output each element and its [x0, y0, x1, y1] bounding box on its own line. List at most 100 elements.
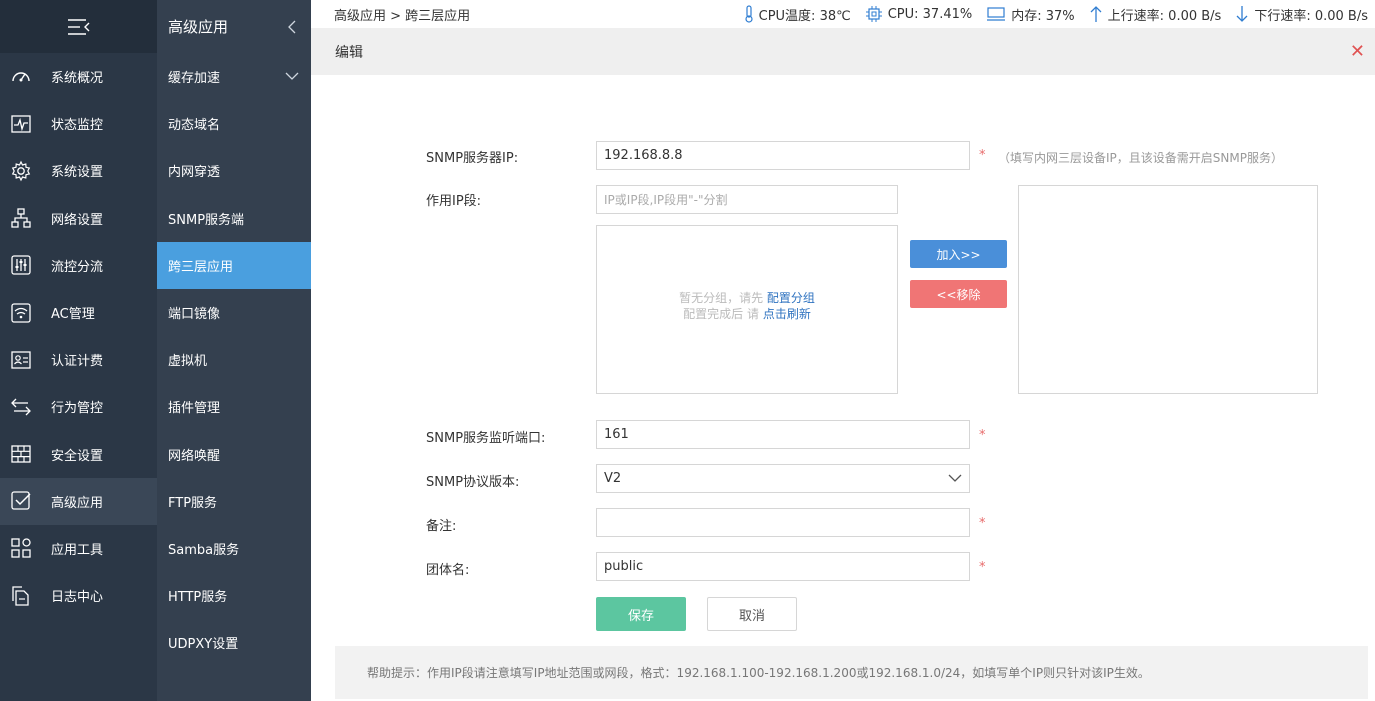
checkbox-icon	[9, 489, 33, 513]
sidebar-item-logs[interactable]: 日志中心	[0, 572, 157, 619]
memory-text: 内存: 37%	[1011, 8, 1075, 24]
subnav-item-ddns[interactable]: 动态域名	[157, 100, 311, 147]
subnav-item-snmp-server[interactable]: SNMP服务端	[157, 195, 311, 242]
network-icon	[9, 206, 33, 230]
menu-collapse-toggle[interactable]	[0, 0, 157, 53]
close-icon[interactable]: ✕	[1350, 42, 1365, 61]
download-stat: 下行速率: 0.00 B/s	[1235, 5, 1368, 24]
snmp-ip-input[interactable]: 192.168.8.8	[596, 141, 970, 170]
upload-stat: 上行速率: 0.00 B/s	[1089, 5, 1221, 24]
monitor-icon	[9, 112, 33, 136]
sidebar-item-label: AC管理	[51, 307, 95, 323]
cpu-stat: CPU: 37.41%	[865, 5, 972, 23]
add-button[interactable]: 加入>>	[910, 240, 1007, 268]
subnav-item-samba[interactable]: Samba服务	[157, 525, 311, 572]
cpu-temp-text: CPU温度: 38℃	[758, 8, 851, 24]
sidebar-item-advanced[interactable]: 高级应用	[0, 477, 157, 525]
help-text: 帮助提示：作用IP段请注意填写IP地址范围或网段，格式：192.168.1.10…	[367, 666, 1150, 680]
cpu-temp-stat: CPU温度: 38℃	[744, 5, 851, 24]
sidebar-item-ac[interactable]: AC管理	[0, 289, 157, 336]
port-label: SNMP服务监听端口:	[426, 431, 546, 446]
ip-range-input[interactable]: IP或IP段,IP段用"-"分割	[596, 185, 898, 214]
subnav-item-label: 内网穿透	[168, 165, 221, 181]
sliders-icon	[9, 253, 33, 277]
help-tip: 帮助提示：作用IP段请注意填写IP地址范围或网段，格式：192.168.1.10…	[335, 646, 1368, 699]
sidebar-item-behavior[interactable]: 行为管控	[0, 383, 157, 430]
subnav-header[interactable]: 高级应用	[157, 0, 311, 53]
snmp-ip-label: SNMP服务器IP:	[426, 151, 519, 166]
subnav-item-label: 跨三层应用	[168, 259, 234, 275]
cancel-button[interactable]: 取消	[707, 597, 797, 631]
subnav-item-label: 动态域名	[168, 118, 221, 134]
sidebar-item-security[interactable]: 安全设置	[0, 431, 157, 478]
wifi-icon	[9, 301, 33, 325]
sub-sidebar: 高级应用 缓存加速 动态域名 内网穿透 SNMP服务端 跨三层应用 端口镜像 虚…	[157, 0, 311, 701]
configure-group-link[interactable]: 配置分组	[767, 291, 815, 305]
main-sidebar: 系统概况 状态监控 系统设置 网络设置 流控分流 AC管理 认证计费 行为管控 …	[0, 0, 157, 701]
version-value: V2	[604, 471, 622, 486]
required-mark: *	[979, 428, 986, 443]
community-input[interactable]: public	[596, 552, 970, 581]
cpu-chip-icon	[865, 6, 882, 22]
sidebar-item-label: 系统设置	[51, 165, 104, 181]
subnav-item-label: FTP服务	[168, 495, 218, 511]
subnav-item-label: 网络唤醒	[168, 448, 221, 464]
subnav-title: 高级应用	[168, 18, 229, 36]
sidebar-item-tools[interactable]: 应用工具	[0, 525, 157, 572]
subnav-item-label: 端口镜像	[168, 307, 221, 323]
sidebar-item-label: 高级应用	[51, 495, 104, 511]
sidebar-item-network[interactable]: 网络设置	[0, 195, 157, 242]
sidebar-item-label: 安全设置	[51, 448, 104, 464]
required-mark: *	[979, 516, 986, 531]
subnav-item-nat-traversal[interactable]: 内网穿透	[157, 147, 311, 194]
dashboard-icon	[9, 65, 33, 89]
subnav-item-port-mirror[interactable]: 端口镜像	[157, 289, 311, 336]
top-status-bar: 高级应用 > 跨三层应用 CPU温度: 38℃ CPU: 37.41% 内存: …	[311, 0, 1375, 28]
remove-button[interactable]: <<移除	[910, 280, 1007, 308]
subnav-item-cross-l3[interactable]: 跨三层应用	[157, 241, 311, 289]
subnav-item-label: UDPXY设置	[168, 637, 239, 653]
panel-title: 编辑	[335, 44, 363, 61]
remark-input[interactable]	[596, 508, 970, 537]
subnav-item-label: 缓存加速	[168, 71, 221, 87]
sidebar-item-monitor[interactable]: 状态监控	[0, 100, 157, 147]
refresh-link[interactable]: 点击刷新	[763, 307, 811, 321]
thermometer-icon	[745, 5, 753, 23]
subnav-item-cache[interactable]: 缓存加速	[157, 53, 311, 100]
sidebar-item-label: 系统概况	[51, 71, 104, 87]
selected-ip-list[interactable]	[1018, 185, 1318, 394]
subnav-item-http[interactable]: HTTP服务	[157, 572, 311, 619]
breadcrumb: 高级应用 > 跨三层应用	[334, 8, 471, 24]
sidebar-item-label: 日志中心	[51, 590, 104, 606]
sidebar-item-system-settings[interactable]: 系统设置	[0, 147, 157, 194]
ip-range-label: 作用IP段:	[426, 194, 482, 209]
subnav-item-vm[interactable]: 虚拟机	[157, 336, 311, 383]
subnav-item-label: 插件管理	[168, 401, 221, 417]
system-stats: CPU温度: 38℃ CPU: 37.41% 内存: 37% 上行速率: 0.0…	[730, 5, 1368, 24]
subnav-item-udpxy[interactable]: UDPXY设置	[157, 619, 311, 666]
sidebar-item-label: 行为管控	[51, 401, 104, 417]
subnav-item-label: 虚拟机	[168, 354, 208, 370]
sidebar-item-auth-billing[interactable]: 认证计费	[0, 336, 157, 383]
subnav-item-wol[interactable]: 网络唤醒	[157, 431, 311, 478]
group-empty-message: 暂无分组，请先 配置分组 配置完成后 请 点击刷新	[596, 290, 898, 322]
sidebar-item-overview[interactable]: 系统概况	[0, 53, 157, 100]
apps-icon	[9, 536, 33, 560]
sidebar-item-flow-control[interactable]: 流控分流	[0, 242, 157, 289]
document-icon	[9, 584, 33, 608]
download-text: 下行速率: 0.00 B/s	[1254, 8, 1368, 24]
chevron-left-icon[interactable]	[287, 20, 297, 34]
save-button[interactable]: 保存	[596, 597, 686, 631]
subnav-item-plugins[interactable]: 插件管理	[157, 383, 311, 430]
version-label: SNMP协议版本:	[426, 475, 520, 490]
edit-panel-header: 编辑 ✕	[311, 28, 1375, 75]
required-mark: *	[979, 560, 986, 575]
subnav-item-label: HTTP服务	[168, 590, 228, 606]
subnav-item-ftp[interactable]: FTP服务	[157, 478, 311, 525]
sidebar-item-label: 状态监控	[51, 118, 104, 134]
version-select[interactable]: V2	[596, 464, 970, 493]
port-input[interactable]: 161	[596, 420, 970, 449]
sidebar-item-label: 应用工具	[51, 542, 104, 558]
chevron-down-icon	[948, 474, 962, 482]
subnav-item-label: SNMP服务端	[168, 212, 245, 228]
